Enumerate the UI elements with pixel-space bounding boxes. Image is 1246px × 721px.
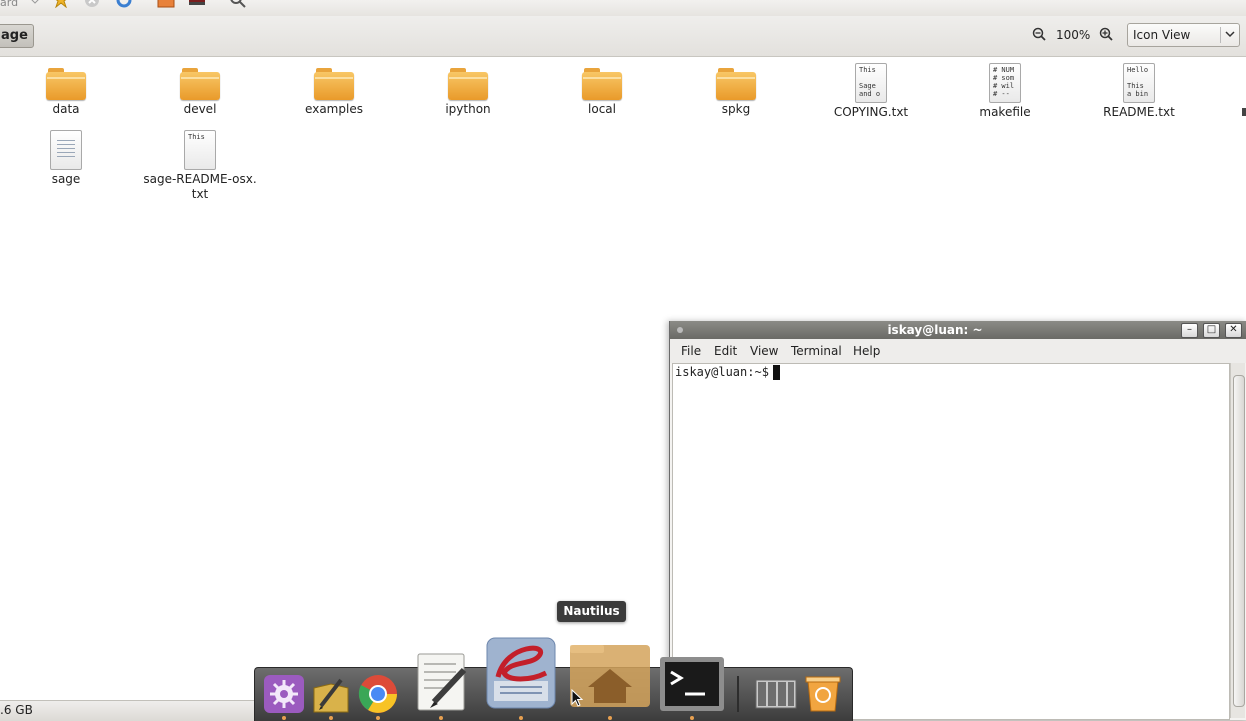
zoom-out-icon[interactable]: [1032, 27, 1046, 41]
folder-item-ipython[interactable]: ipython: [408, 68, 528, 117]
running-indicator: [329, 716, 333, 720]
menu-view[interactable]: View: [750, 344, 778, 358]
window-title: iskay@luan: ~: [887, 323, 983, 337]
close-button[interactable]: ✕: [1225, 323, 1242, 338]
folder-icon: [448, 68, 488, 100]
file-item-sage[interactable]: sage: [6, 130, 126, 187]
terminal-scrollbar[interactable]: [1230, 363, 1245, 718]
text-file-icon: Hello This a bin: [1123, 63, 1155, 103]
folder-item-examples[interactable]: examples: [274, 68, 394, 117]
text-file-icon: # NUM # som # wil # --: [989, 63, 1021, 103]
file-preview: Hello This a bin: [1127, 66, 1149, 98]
search-icon[interactable]: [229, 0, 247, 8]
folder-icon: [46, 68, 86, 100]
dock-separator: [737, 676, 739, 712]
running-indicator: [376, 716, 380, 720]
script-file-icon: [50, 130, 82, 170]
computer-icon[interactable]: [188, 0, 206, 8]
workspace-switcher-icon[interactable]: [755, 679, 797, 709]
file-name-line2: txt: [191, 187, 209, 201]
folder-item-spkg[interactable]: spkg: [676, 68, 796, 117]
emacs-editor-icon[interactable]: [486, 637, 556, 709]
terminal-icon[interactable]: [659, 656, 725, 712]
dock-tooltip: Nautilus: [557, 601, 626, 622]
scrollbar-thumb[interactable]: [1233, 375, 1245, 707]
home-icon[interactable]: [157, 0, 175, 8]
folder-item-local[interactable]: local: [542, 68, 662, 117]
view-mode-label: Icon View: [1133, 28, 1191, 42]
location-bar: age 100% Icon View: [0, 16, 1246, 57]
terminal-window[interactable]: iskay@luan: ~ – □ ✕ File Edit View Termi…: [669, 321, 1246, 720]
menu-help[interactable]: Help: [853, 344, 880, 358]
stop-icon[interactable]: [84, 0, 100, 8]
file-name: examples: [305, 102, 363, 116]
folder-item-data[interactable]: data: [6, 68, 126, 117]
file-name: spkg: [721, 102, 751, 116]
text-file-icon: This Sage and o: [855, 63, 887, 103]
file-preview: # NUM # som # wil # --: [993, 66, 1015, 98]
file-item-readme[interactable]: Hello This a bin README.txt: [1079, 63, 1199, 120]
mouse-pointer-icon: [571, 689, 583, 707]
terminal-titlebar[interactable]: iskay@luan: ~ – □ ✕: [670, 321, 1246, 339]
path-button-current[interactable]: age: [0, 24, 34, 48]
terminal-menubar: File Edit View Terminal Help: [670, 339, 1246, 363]
running-indicator: [519, 716, 523, 720]
nautilus-toolbar: ard: [0, 0, 1246, 16]
maximize-button[interactable]: □: [1203, 323, 1220, 338]
notes-app-icon[interactable]: [311, 674, 351, 714]
file-preview: This: [188, 133, 205, 141]
reload-icon[interactable]: [116, 0, 132, 8]
running-indicator: [439, 716, 443, 720]
folder-icon: [180, 68, 220, 100]
select-divider: [1220, 27, 1221, 43]
file-name: makefile: [979, 105, 1031, 119]
chevron-down-icon: [1225, 31, 1235, 38]
toolbar-partial-text: ard: [0, 0, 19, 9]
folder-icon: [314, 68, 354, 100]
menu-file[interactable]: File: [681, 344, 701, 358]
file-name: sage-README-osx.: [143, 172, 257, 186]
running-indicator: [690, 716, 694, 720]
chrome-browser-icon[interactable]: [357, 673, 399, 715]
folder-icon: [716, 68, 756, 100]
free-space-text: .6 GB: [0, 703, 33, 717]
menu-terminal[interactable]: Terminal: [791, 344, 842, 358]
file-name: devel: [183, 102, 217, 116]
file-name: README.txt: [1103, 105, 1175, 119]
bookmark-star-icon[interactable]: [53, 0, 69, 8]
folder-item-devel[interactable]: devel: [140, 68, 260, 117]
file-name: COPYING.txt: [833, 105, 909, 119]
file-item-copying[interactable]: This Sage and o COPYING.txt: [811, 63, 931, 120]
zoom-level: 100%: [1056, 28, 1091, 42]
file-preview: This Sage and o: [859, 66, 881, 98]
file-item-sage-readme-osx[interactable]: This sage-README-osx. txt: [140, 130, 260, 202]
file-item-makefile[interactable]: # NUM # som # wil # -- makefile: [945, 63, 1065, 120]
view-mode-select[interactable]: Icon View: [1127, 23, 1240, 47]
trash-icon[interactable]: [803, 671, 843, 713]
file-item-partial-edge: [1242, 108, 1246, 116]
folder-icon: [582, 68, 622, 100]
shell-prompt: iskay@luan:~$: [675, 365, 769, 379]
text-file-icon: This: [184, 130, 216, 170]
menu-edit[interactable]: Edit: [714, 344, 737, 358]
file-name: local: [588, 102, 616, 116]
text-cursor: [773, 365, 780, 380]
file-name: ipython: [445, 102, 491, 116]
back-chevron-icon[interactable]: [30, 0, 40, 6]
minimize-button[interactable]: –: [1181, 323, 1198, 338]
running-indicator: [282, 716, 286, 720]
settings-app-icon[interactable]: [263, 674, 305, 714]
file-name: sage: [51, 172, 81, 186]
zoom-in-icon[interactable]: [1099, 27, 1113, 41]
running-indicator: [608, 716, 612, 720]
file-name: data: [52, 102, 80, 116]
text-editor-icon[interactable]: [416, 652, 468, 712]
